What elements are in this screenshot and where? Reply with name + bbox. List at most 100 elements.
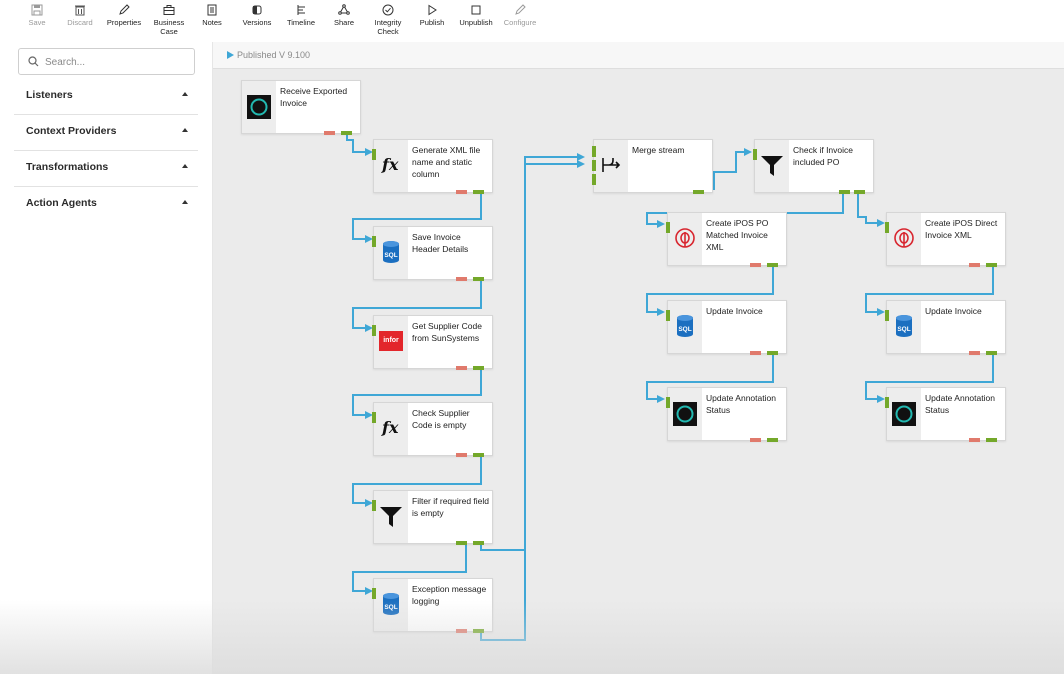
configure-button[interactable]: Configure xyxy=(498,4,542,28)
section-label: Listeners xyxy=(26,89,73,101)
section-transformations[interactable]: Transformations xyxy=(14,150,198,187)
error-port[interactable] xyxy=(750,263,761,267)
error-port[interactable] xyxy=(969,263,980,267)
discard-button[interactable]: Discard xyxy=(58,4,102,28)
node-merge-stream[interactable]: Merge stream xyxy=(592,139,713,194)
output-port[interactable] xyxy=(986,438,997,442)
node-save-invoice-header[interactable]: SQL Save Invoice Header Details xyxy=(372,226,493,281)
error-port[interactable] xyxy=(456,453,467,457)
node-create-ipos-po-matched[interactable]: Create iPOS PO Matched Invoice XML xyxy=(666,212,787,267)
integrity-check-button[interactable]: Integrity Check xyxy=(366,4,410,36)
input-port[interactable] xyxy=(592,174,596,185)
output-port[interactable] xyxy=(473,366,484,370)
node-get-supplier-code[interactable]: infor Get Supplier Code from SunSystems xyxy=(372,315,493,370)
node-generate-xml-file-name[interactable]: fx Generate XML file name and static col… xyxy=(372,139,493,194)
sql-database-icon: SQL xyxy=(677,315,693,337)
sql-database-icon: SQL xyxy=(383,593,399,615)
input-port[interactable] xyxy=(666,222,670,233)
oracle-icon xyxy=(675,228,695,248)
output-port[interactable] xyxy=(767,263,778,267)
input-port[interactable] xyxy=(372,149,376,160)
output-port[interactable] xyxy=(456,541,467,545)
error-port[interactable] xyxy=(324,131,335,135)
caret-up-icon xyxy=(182,128,188,132)
node-label: Check Supplier Code is empty xyxy=(412,408,470,430)
output-port[interactable] xyxy=(693,190,704,194)
output-port[interactable] xyxy=(986,351,997,355)
output-port[interactable] xyxy=(854,190,865,194)
search-input[interactable] xyxy=(43,52,187,72)
input-port[interactable] xyxy=(592,160,596,171)
node-update-annotation-po[interactable]: Update Annotation Status xyxy=(666,387,787,442)
error-port[interactable] xyxy=(969,438,980,442)
sql-text: SQL xyxy=(384,252,397,259)
notes-button[interactable]: Notes xyxy=(190,4,234,28)
input-port[interactable] xyxy=(372,236,376,247)
share-icon xyxy=(338,4,350,15)
properties-label: Properties xyxy=(106,18,142,27)
output-port[interactable] xyxy=(473,541,484,545)
node-receive-exported-invoice[interactable]: Receive Exported Invoice xyxy=(241,80,361,135)
input-port[interactable] xyxy=(372,588,376,599)
listener-icon xyxy=(673,402,697,426)
input-port[interactable] xyxy=(753,149,757,160)
node-create-ipos-direct[interactable]: Create iPOS Direct Invoice XML xyxy=(885,212,1006,267)
search-box[interactable] xyxy=(18,48,195,75)
unpublish-button[interactable]: Unpublish xyxy=(454,4,498,28)
section-listeners[interactable]: Listeners xyxy=(14,78,198,115)
node-exception-logging[interactable]: SQL Exception message logging xyxy=(372,578,493,633)
versions-button[interactable]: Versions xyxy=(235,4,279,28)
input-port[interactable] xyxy=(372,500,376,511)
flow-canvas[interactable]: Published V 9.100 Receive Exported Invoi… xyxy=(213,42,1064,674)
node-check-invoice-po[interactable]: Check if Invoice included PO xyxy=(753,139,874,194)
toolbar: Save Discard Properties Business Case No… xyxy=(0,0,1064,42)
input-port[interactable] xyxy=(372,412,376,423)
error-port[interactable] xyxy=(750,438,761,442)
node-update-invoice-direct[interactable]: SQL Update Invoice xyxy=(885,300,1006,355)
input-port[interactable] xyxy=(885,222,889,233)
versions-label: Versions xyxy=(242,18,272,27)
section-action-agents[interactable]: Action Agents xyxy=(14,186,198,222)
timeline-button[interactable]: Timeline xyxy=(279,4,323,28)
input-port[interactable] xyxy=(666,397,670,408)
output-port[interactable] xyxy=(767,438,778,442)
properties-button[interactable]: Properties xyxy=(102,4,146,28)
business-case-button[interactable]: Business Case xyxy=(147,4,191,36)
output-port[interactable] xyxy=(839,190,850,194)
save-label: Save xyxy=(28,18,46,27)
error-port[interactable] xyxy=(750,351,761,355)
error-port[interactable] xyxy=(456,277,467,281)
error-port[interactable] xyxy=(456,190,467,194)
publish-button[interactable]: Publish xyxy=(410,4,454,28)
output-port[interactable] xyxy=(341,131,352,135)
section-context-providers[interactable]: Context Providers xyxy=(14,114,198,151)
input-port[interactable] xyxy=(592,146,596,157)
input-port[interactable] xyxy=(666,310,670,321)
node-update-annotation-direct[interactable]: Update Annotation Status xyxy=(885,387,1006,442)
wire-arrow xyxy=(577,153,585,161)
node-check-supplier-code[interactable]: fx Check Supplier Code is empty xyxy=(372,402,493,457)
error-port[interactable] xyxy=(456,366,467,370)
unpublish-label: Unpublish xyxy=(459,18,493,27)
input-port[interactable] xyxy=(372,325,376,336)
share-button[interactable]: Share xyxy=(322,4,366,28)
save-button[interactable]: Save xyxy=(15,4,59,28)
node-label: Get Supplier Code from SunSystems xyxy=(412,321,482,343)
output-port[interactable] xyxy=(767,351,778,355)
play-icon xyxy=(428,4,437,16)
error-port[interactable] xyxy=(969,351,980,355)
node-filter-required-field[interactable]: Filter if required field is empty xyxy=(372,490,493,545)
output-port[interactable] xyxy=(473,277,484,281)
briefcase-icon xyxy=(163,5,175,15)
node-label: Update Annotation Status xyxy=(925,393,995,415)
input-port[interactable] xyxy=(885,397,889,408)
output-port[interactable] xyxy=(473,190,484,194)
output-port[interactable] xyxy=(473,629,484,633)
output-port[interactable] xyxy=(986,263,997,267)
output-port[interactable] xyxy=(473,453,484,457)
error-port[interactable] xyxy=(456,629,467,633)
input-port[interactable] xyxy=(885,310,889,321)
node-label: Update Invoice xyxy=(925,306,982,316)
wire xyxy=(480,156,583,551)
node-update-invoice-po[interactable]: SQL Update Invoice xyxy=(666,300,787,355)
